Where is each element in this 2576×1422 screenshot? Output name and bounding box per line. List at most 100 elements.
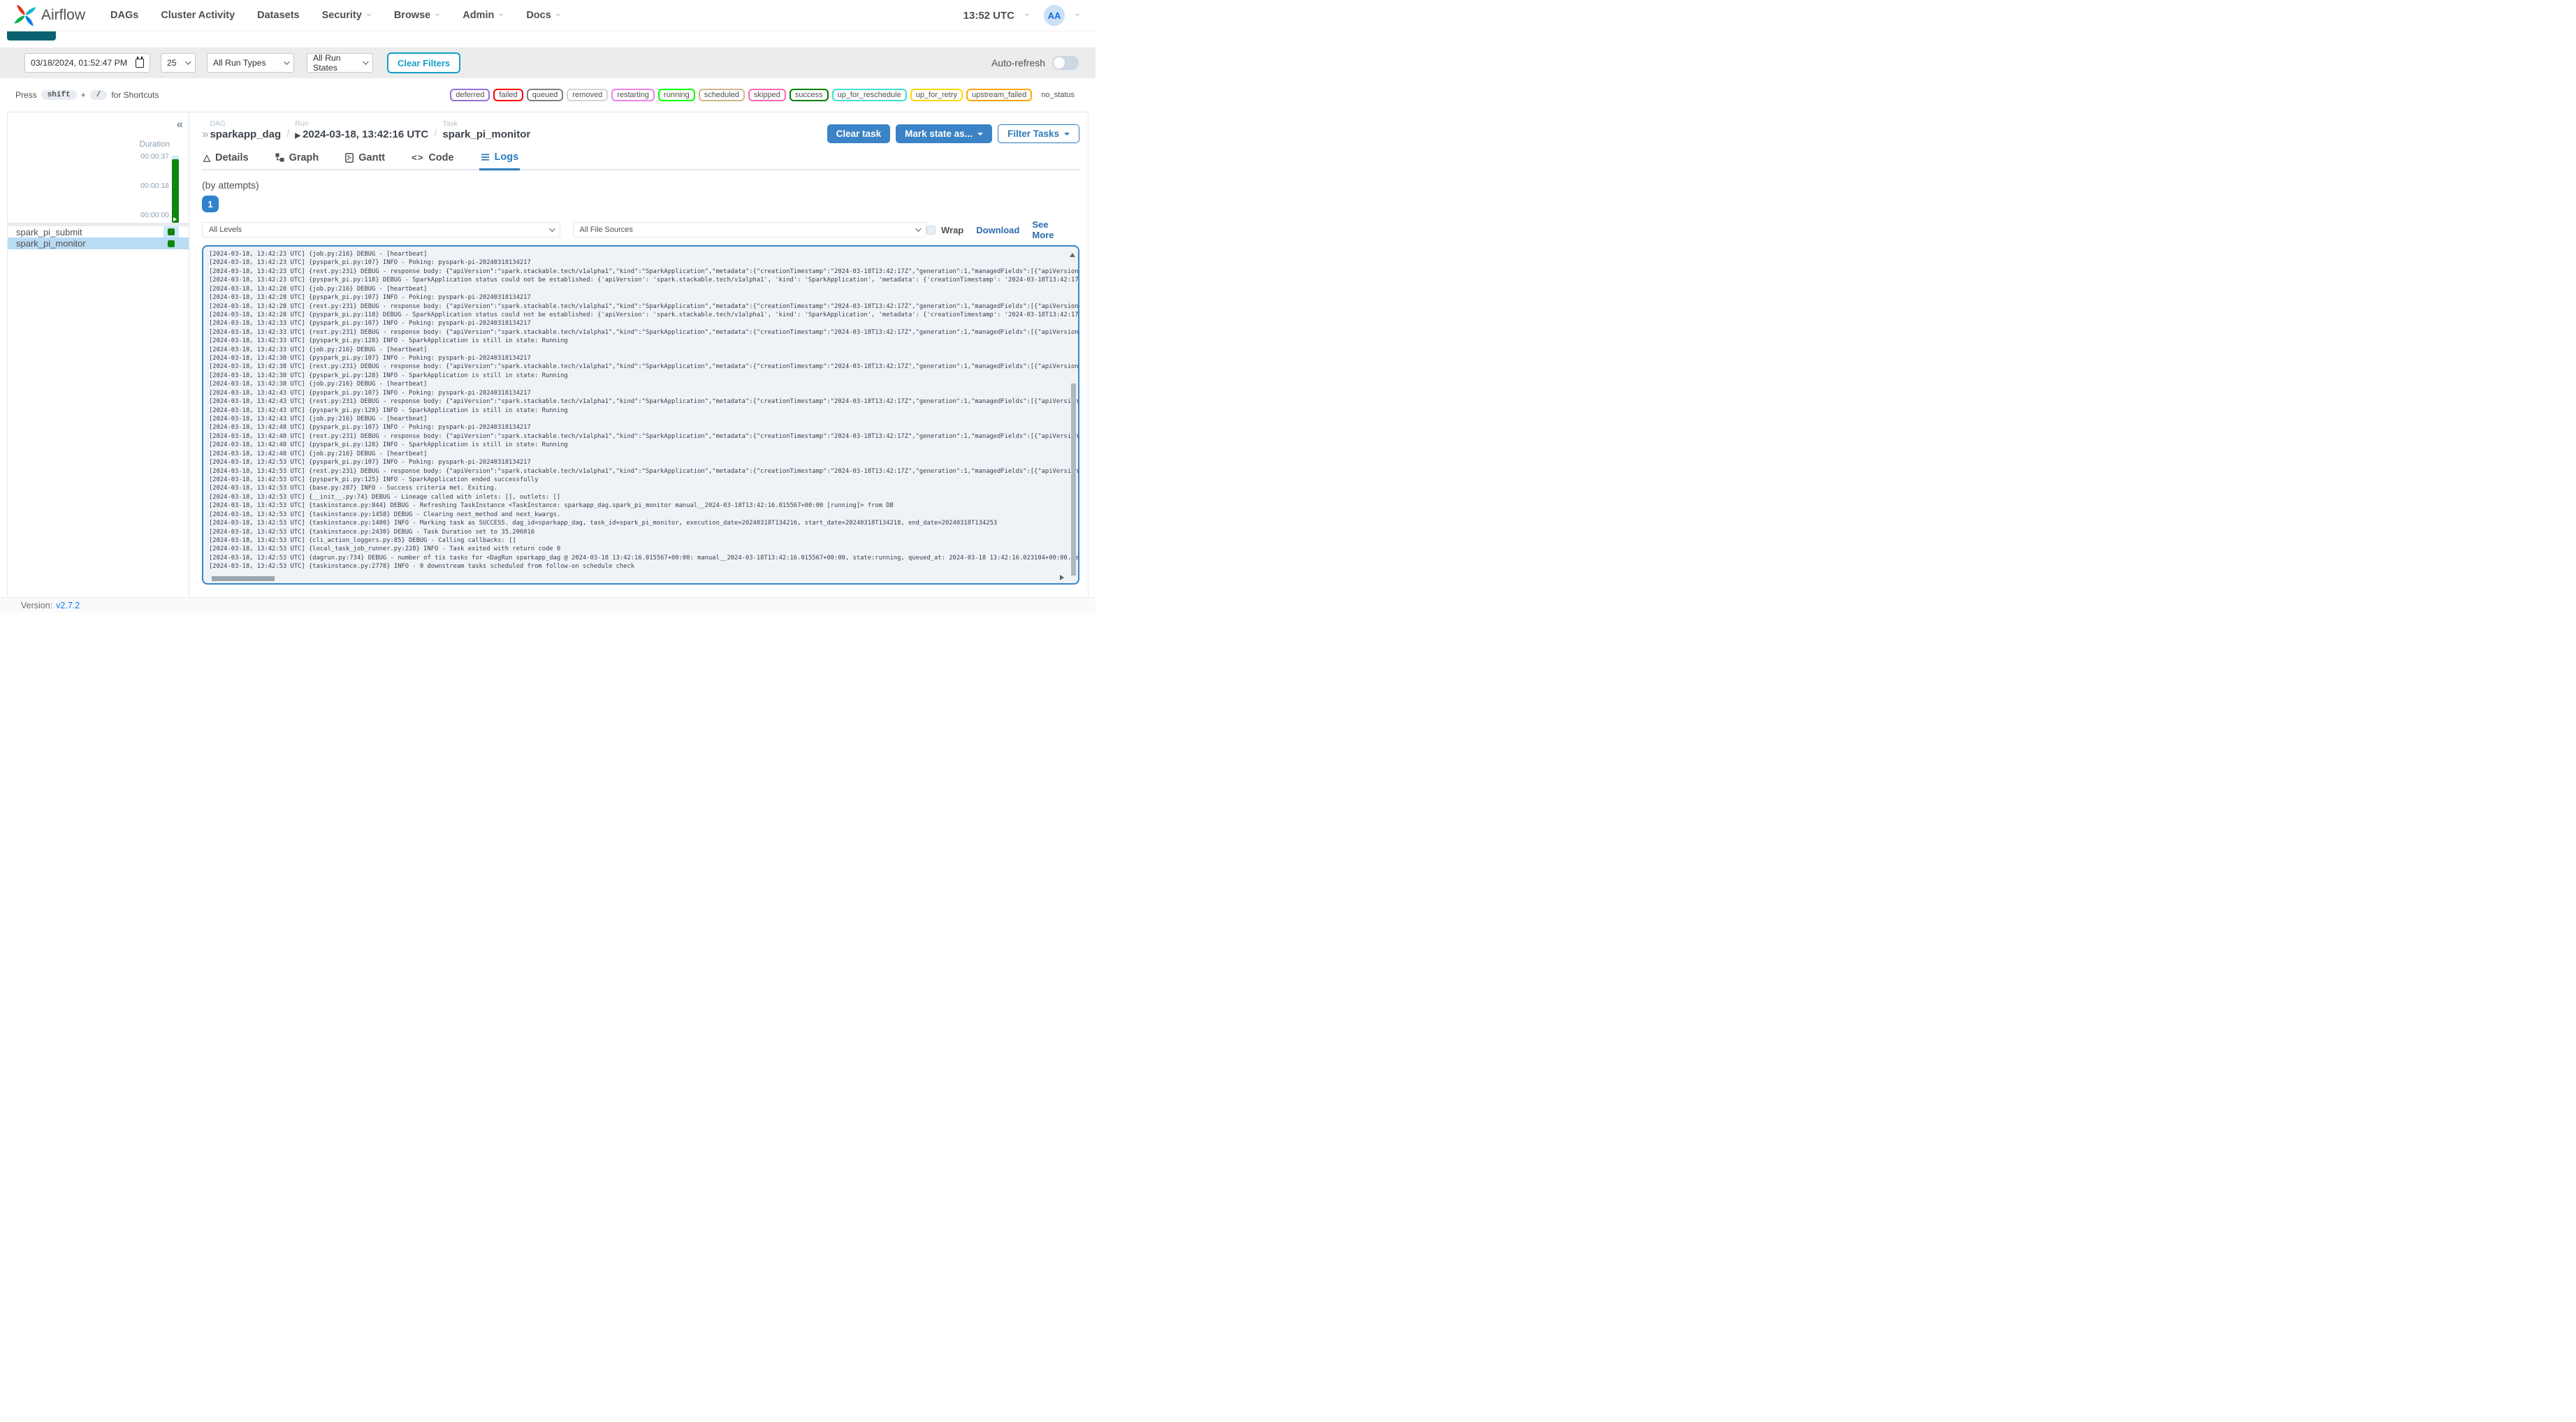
footer: Version: v2.7.2 bbox=[0, 597, 1096, 613]
nav-item-datasets[interactable]: Datasets bbox=[257, 10, 299, 21]
task-instance-cell[interactable] bbox=[163, 237, 179, 249]
state-badge[interactable]: up_for_retry bbox=[910, 89, 963, 101]
state-badge[interactable]: queued bbox=[526, 89, 564, 101]
chevron-down-icon bbox=[977, 132, 983, 138]
scroll-right-arrow[interactable] bbox=[1060, 575, 1067, 580]
log-viewer[interactable]: [2024-03-18, 13:42:23 UTC] {job.py:216} … bbox=[202, 245, 1079, 585]
task-row-spark-pi-submit[interactable]: spark_pi_submit bbox=[8, 226, 189, 237]
kbd-shift: shift bbox=[41, 90, 77, 100]
horizontal-scrollbar-thumb[interactable] bbox=[212, 576, 275, 581]
log-line: [2024-03-18, 13:42:28 UTC] {pyspark_pi.p… bbox=[209, 294, 531, 302]
log-line: [2024-03-18, 13:42:43 UTC] {pyspark_pi.p… bbox=[209, 389, 531, 397]
log-line: [2024-03-18, 13:42:48 UTC] {pyspark_pi.p… bbox=[209, 441, 568, 449]
nav-menu-browse[interactable]: Browse bbox=[394, 10, 441, 21]
dag-run-bar-fill bbox=[172, 159, 179, 223]
auto-refresh-toggle[interactable] bbox=[1052, 56, 1079, 70]
logs-icon bbox=[481, 153, 490, 161]
auto-refresh-label: Auto-refresh bbox=[991, 57, 1045, 68]
tab-code[interactable]: <> Code bbox=[410, 152, 455, 169]
state-badge[interactable]: no_status bbox=[1035, 89, 1080, 101]
log-line: [2024-03-18, 13:42:23 UTC] {rest.py:231}… bbox=[209, 267, 1079, 275]
chevron-down-icon[interactable] bbox=[1075, 14, 1080, 20]
state-badge[interactable]: success bbox=[789, 89, 829, 101]
grid-card: « Duration 00:00:37 00:00:18 00:00:00 spar… bbox=[7, 112, 1089, 597]
num-runs-select[interactable]: 25 bbox=[161, 53, 196, 73]
tab-gantt[interactable]: Gantt bbox=[344, 152, 386, 169]
tab-graph[interactable]: Graph bbox=[274, 152, 321, 169]
run-types-select[interactable]: All Run Types bbox=[207, 53, 294, 73]
see-more-link[interactable]: See More bbox=[1032, 219, 1072, 240]
download-link[interactable]: Download bbox=[976, 225, 1019, 235]
log-line: [2024-03-18, 13:42:23 UTC] {job.py:216} … bbox=[209, 251, 428, 258]
clock-menu[interactable]: 13:52 UTC bbox=[963, 10, 1014, 22]
base-date-input[interactable]: 03/18/2024, 01:52:47 PM bbox=[24, 53, 150, 73]
log-line: [2024-03-18, 13:42:53 UTC] {local_task_j… bbox=[209, 545, 561, 553]
collapse-panel-icon[interactable]: » bbox=[202, 122, 208, 141]
state-badge[interactable]: upstream_failed bbox=[966, 89, 1033, 101]
run-states-select[interactable]: All Run States bbox=[307, 53, 373, 73]
task-instance-cell[interactable] bbox=[163, 226, 179, 237]
chevron-down-icon bbox=[1064, 132, 1070, 138]
log-line: [2024-03-18, 13:42:38 UTC] {pyspark_pi.p… bbox=[209, 372, 568, 379]
detail-tabs: △ Details Graph Gantt <> Code Logs bbox=[202, 152, 1079, 170]
state-badge[interactable]: running bbox=[658, 89, 695, 101]
log-line: [2024-03-18, 13:42:38 UTC] {pyspark_pi.p… bbox=[209, 355, 531, 362]
clear-filters-button[interactable]: Clear Filters bbox=[387, 52, 461, 73]
file-source-select[interactable]: All File Sources bbox=[572, 222, 927, 237]
task-link[interactable]: spark_pi_monitor bbox=[442, 129, 530, 140]
chevron-down-icon bbox=[555, 14, 561, 20]
dag-run-duration-bar[interactable] bbox=[172, 156, 179, 223]
mark-state-button[interactable]: Mark state as... bbox=[896, 124, 992, 143]
dag-link[interactable]: sparkapp_dag bbox=[210, 129, 281, 140]
nav-links: DAGs Cluster Activity Datasets Security … bbox=[110, 10, 561, 21]
version-label: Version: bbox=[21, 601, 53, 610]
chevron-down-icon[interactable] bbox=[1024, 14, 1030, 20]
chevron-down-icon bbox=[435, 14, 441, 20]
duration-tick: 00:00:18 bbox=[140, 182, 169, 190]
collapse-sidebar-icon[interactable]: « bbox=[177, 118, 183, 130]
scroll-up-arrow[interactable] bbox=[1070, 250, 1075, 257]
partial-button-fragment bbox=[7, 31, 56, 41]
state-badge[interactable]: skipped bbox=[748, 89, 786, 101]
log-line: [2024-03-18, 13:42:23 UTC] {pyspark_pi.p… bbox=[209, 259, 531, 267]
run-link[interactable]: ▶ 2024-03-18, 13:42:16 UTC bbox=[295, 129, 428, 140]
task-list: spark_pi_submit spark_pi_monitor bbox=[8, 226, 189, 249]
nav-menu-security[interactable]: Security bbox=[322, 10, 372, 21]
task-row-spark-pi-monitor[interactable]: spark_pi_monitor bbox=[8, 237, 189, 249]
log-line: [2024-03-18, 13:42:28 UTC] {pyspark_pi.p… bbox=[209, 311, 1079, 318]
filter-tasks-button[interactable]: Filter Tasks bbox=[997, 124, 1079, 143]
duration-axis: 00:00:37 00:00:18 00:00:00 bbox=[140, 152, 179, 223]
log-level-select[interactable]: All Levels bbox=[202, 222, 560, 237]
nav-item-cluster-activity[interactable]: Cluster Activity bbox=[161, 10, 235, 21]
nav-menu-admin[interactable]: Admin bbox=[463, 10, 504, 21]
nav-item-dags[interactable]: DAGs bbox=[110, 10, 138, 21]
state-badge[interactable]: restarting bbox=[611, 89, 655, 101]
log-line: [2024-03-18, 13:42:53 UTC] {taskinstance… bbox=[209, 520, 998, 527]
vertical-scrollbar-thumb[interactable] bbox=[1071, 383, 1076, 576]
log-line: [2024-03-18, 13:42:43 UTC] {job.py:216} … bbox=[209, 416, 428, 423]
task-success-square[interactable] bbox=[168, 228, 175, 235]
task-success-square[interactable] bbox=[168, 240, 175, 247]
log-line: [2024-03-18, 13:42:43 UTC] {pyspark_pi.p… bbox=[209, 406, 568, 414]
nav-menu-docs[interactable]: Docs bbox=[526, 10, 561, 21]
tab-details[interactable]: △ Details bbox=[202, 152, 250, 169]
version-link[interactable]: v2.7.2 bbox=[56, 601, 80, 610]
calendar-icon[interactable] bbox=[136, 56, 144, 68]
state-badge[interactable]: scheduled bbox=[698, 89, 745, 101]
avatar[interactable]: AA bbox=[1044, 5, 1065, 26]
state-badge[interactable]: deferred bbox=[450, 89, 490, 101]
log-line: [2024-03-18, 13:42:33 UTC] {rest.py:231}… bbox=[209, 328, 1079, 336]
state-badge[interactable]: failed bbox=[493, 89, 523, 101]
state-badge[interactable]: up_for_reschedule bbox=[831, 89, 907, 101]
detail-header: » DAG sparkapp_dag / Run ▶ 2024-03-18, 13… bbox=[202, 112, 1079, 143]
attempt-1-button[interactable]: 1 bbox=[202, 196, 219, 212]
clear-task-button[interactable]: Clear task bbox=[827, 124, 891, 143]
toggle-knob bbox=[1054, 57, 1065, 68]
wrap-checkbox[interactable] bbox=[926, 225, 936, 235]
log-line: [2024-03-18, 13:42:53 UTC] {pyspark_pi.p… bbox=[209, 459, 531, 467]
log-line: [2024-03-18, 13:42:53 UTC] {rest.py:231}… bbox=[209, 467, 1079, 475]
tab-logs[interactable]: Logs bbox=[479, 152, 521, 170]
breadcrumb-separator: / bbox=[434, 128, 437, 140]
filter-bar: 03/18/2024, 01:52:47 PM 25 All Run Types… bbox=[0, 47, 1096, 78]
state-badge[interactable]: removed bbox=[567, 89, 609, 101]
